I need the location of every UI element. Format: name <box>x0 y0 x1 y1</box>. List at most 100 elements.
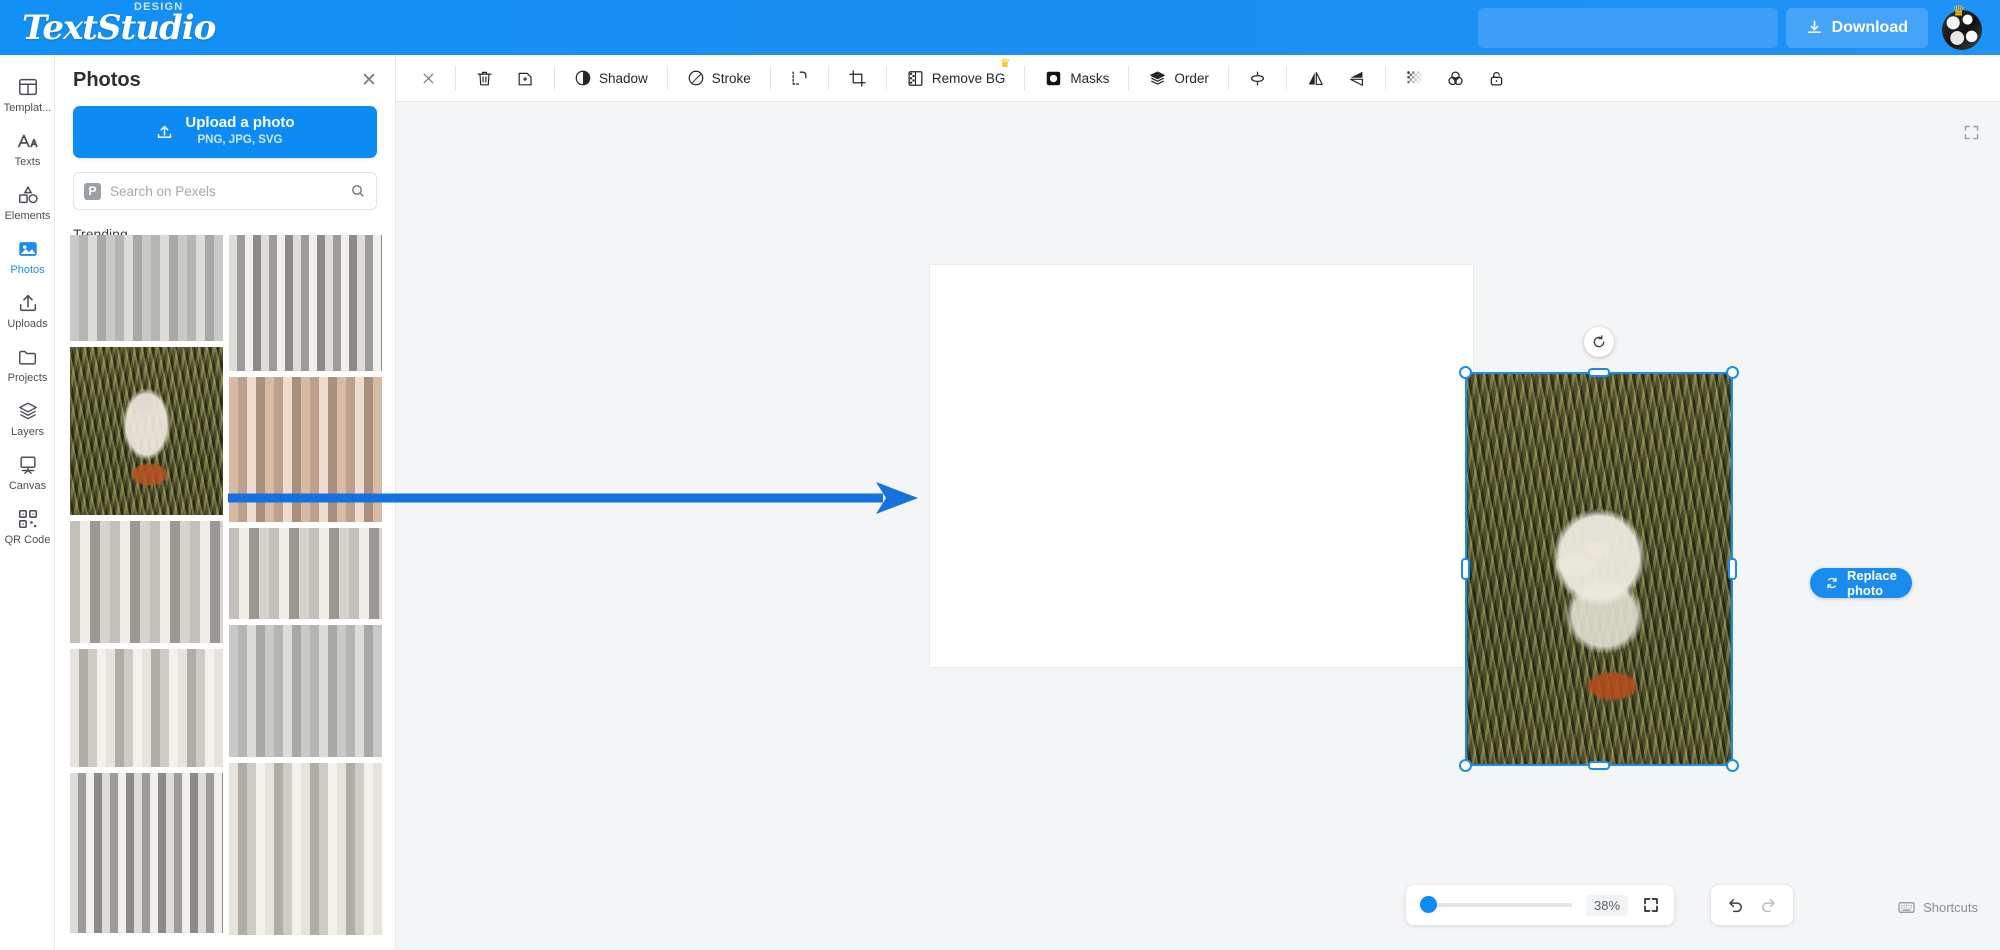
upload-main-label: Upload a photo <box>185 114 295 132</box>
undo-button[interactable] <box>1723 892 1749 918</box>
upload-icon <box>17 292 39 314</box>
user-menu[interactable]: ♛ <box>1942 4 1986 50</box>
rounded-corner-icon <box>790 69 809 88</box>
crown-icon: ♛ <box>999 56 1011 70</box>
flip-vertical-button[interactable] <box>1336 61 1377 95</box>
download-label: Download <box>1831 18 1908 36</box>
sidebar-item-canvas[interactable]: Canvas <box>0 445 55 499</box>
photo-thumbnail[interactable] <box>70 773 223 933</box>
blend-button[interactable] <box>1435 61 1476 95</box>
toolbar-close-button[interactable] <box>410 61 447 95</box>
search-input[interactable] <box>110 183 341 199</box>
sidebar-item-uploads[interactable]: Uploads <box>0 283 55 337</box>
delete-button[interactable] <box>464 61 505 95</box>
zoom-slider[interactable] <box>1420 896 1572 913</box>
photo-thumbnail[interactable] <box>229 625 382 758</box>
shortcuts-label: Shortcuts <box>1923 900 1978 915</box>
stroke-label: Stroke <box>711 70 751 86</box>
remove-bg-button[interactable]: ♛ Remove BG <box>895 57 1017 95</box>
selected-object-photo[interactable] <box>1459 366 1739 772</box>
close-icon[interactable]: ✕ <box>361 71 377 90</box>
undo-icon <box>1727 896 1745 914</box>
shadow-button[interactable]: Shadow <box>563 61 659 95</box>
toolbar-divider <box>554 66 555 90</box>
sidebar-item-elements[interactable]: Elements <box>0 175 55 229</box>
search-icon[interactable] <box>350 183 366 199</box>
sidebar-label: QR Code <box>4 534 51 546</box>
resize-handle-bottom-right[interactable] <box>1726 759 1739 772</box>
trash-icon <box>475 69 494 88</box>
sidebar-item-templates[interactable]: Templat... <box>0 67 55 121</box>
zoom-slider-thumb[interactable] <box>1420 896 1437 913</box>
photo-woman-in-grass <box>1467 374 1731 764</box>
sidebar-label: Projects <box>7 372 48 384</box>
photo-thumbnail[interactable] <box>70 649 223 767</box>
align-icon <box>1248 69 1267 88</box>
stroke-button[interactable]: Stroke <box>676 61 762 95</box>
photo-thumbnail[interactable] <box>70 521 223 643</box>
crop-button[interactable] <box>837 61 878 95</box>
fullscreen-icon[interactable] <box>1963 124 1980 141</box>
redo-button[interactable] <box>1755 892 1781 918</box>
replace-photo-label: Replace photo <box>1847 568 1897 598</box>
app-logo[interactable]: DESIGN TextStudio <box>14 0 216 55</box>
masks-label: Masks <box>1070 70 1110 86</box>
panel-header: Photos ✕ <box>55 55 395 98</box>
sidebar-label: Texts <box>14 156 41 168</box>
upload-labels: Upload a photo PNG, JPG, SVG <box>185 114 294 149</box>
masks-button[interactable]: Masks <box>1033 61 1120 95</box>
photo-thumbnail[interactable] <box>229 235 382 371</box>
rotate-handle[interactable] <box>1584 327 1614 357</box>
photo-thumbnail[interactable] <box>229 376 382 522</box>
toolbar-divider <box>1384 66 1386 90</box>
duplicate-button[interactable] <box>505 61 546 95</box>
resize-handle-right[interactable] <box>1728 558 1737 580</box>
folder-icon <box>17 346 39 368</box>
fit-to-screen-button[interactable] <box>1642 896 1660 914</box>
sidebar-item-layers[interactable]: Layers <box>0 391 55 445</box>
photo-thumbnail[interactable] <box>229 763 382 935</box>
resize-handle-bottom-left[interactable] <box>1459 759 1472 772</box>
position-button[interactable] <box>1237 61 1278 95</box>
flip-horizontal-button[interactable] <box>1295 61 1336 95</box>
photos-icon <box>17 238 39 260</box>
order-button[interactable]: Order <box>1137 61 1220 95</box>
crop-icon <box>848 69 867 88</box>
upload-formats-label: PNG, JPG, SVG <box>197 134 283 147</box>
download-button[interactable]: Download <box>1785 7 1928 48</box>
shortcuts-button[interactable]: Shortcuts <box>1897 898 1978 917</box>
photo-grid[interactable] <box>70 235 382 935</box>
sidebar-item-projects[interactable]: Projects <box>0 337 55 391</box>
lock-button[interactable] <box>1476 61 1517 95</box>
resize-handle-top[interactable] <box>1588 368 1610 377</box>
transparency-button[interactable] <box>1394 61 1435 95</box>
rounded-corners-button[interactable] <box>779 61 820 95</box>
photo-thumbnail-selected[interactable] <box>70 347 223 515</box>
replace-photo-button[interactable]: Replace photo <box>1810 568 1912 598</box>
artboard[interactable]: Replace photo <box>930 265 1912 772</box>
left-nav-rail: Templat... Texts Elements Photos Uploads… <box>0 55 55 950</box>
top-bar: DESIGN TextStudio Download ♛ <box>0 0 2000 55</box>
photo-thumbnail[interactable] <box>229 527 382 620</box>
order-label: Order <box>1174 70 1209 86</box>
duplicate-icon <box>516 69 535 88</box>
templates-icon <box>17 76 39 98</box>
sidebar-item-photos[interactable]: Photos <box>0 229 55 283</box>
fit-to-screen-icon <box>1642 896 1660 914</box>
sidebar-item-texts[interactable]: Texts <box>0 121 55 175</box>
photo-thumbnail[interactable] <box>70 235 223 341</box>
resize-handle-top-right[interactable] <box>1726 366 1739 379</box>
zoom-controls: 38% <box>1406 885 1675 925</box>
resize-handle-bottom[interactable] <box>1588 761 1610 770</box>
resize-handle-top-left[interactable] <box>1459 366 1472 379</box>
toolbar-divider <box>1227 66 1229 90</box>
upload-photo-button[interactable]: Upload a photo PNG, JPG, SVG <box>73 106 377 158</box>
search-bar[interactable]: P <box>73 172 377 210</box>
canvas-stage[interactable]: Replace photo 38% Shortcuts <box>396 102 2000 950</box>
photo-grid-column-left <box>70 235 223 935</box>
sidebar-item-qrcode[interactable]: QR Code <box>0 499 55 553</box>
remove-bg-label: Remove BG <box>931 70 1006 86</box>
resize-handle-left[interactable] <box>1461 558 1470 580</box>
page-title: Photos <box>73 69 141 91</box>
toolbar-divider <box>1024 66 1026 90</box>
